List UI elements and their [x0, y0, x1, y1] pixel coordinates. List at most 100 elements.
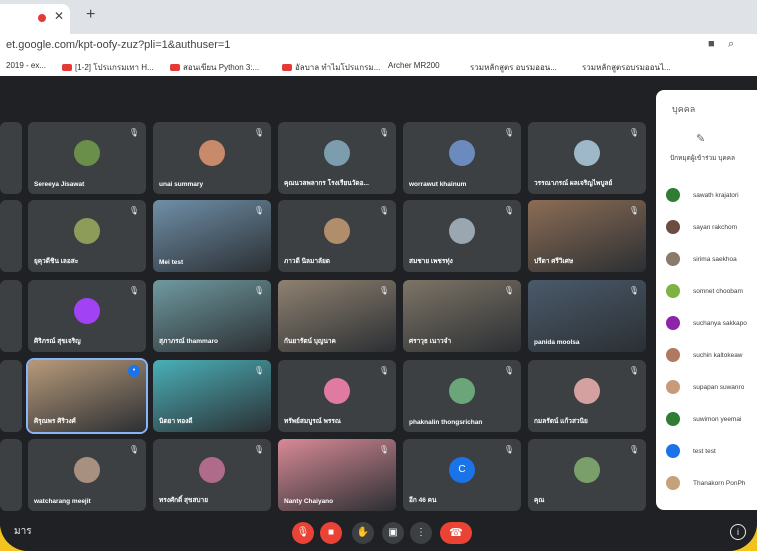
camera-icon[interactable]: ■ [708, 38, 715, 50]
avatar [449, 378, 475, 404]
participant-tile-partial[interactable] [0, 280, 22, 352]
participant-tile[interactable]: 🎙 วรรณาภรณ์ ผลเจริญไพบูลย์ [528, 122, 646, 194]
mic-muted-icon: 🎙 [253, 366, 264, 375]
mic-muted-icon: 🎙 [628, 445, 639, 454]
participant-name: watcharang meejit [34, 498, 91, 505]
youtube-icon [282, 64, 292, 72]
mic-off-button[interactable]: 🎙 [292, 522, 314, 544]
camera-off-button[interactable]: ■ [320, 522, 342, 544]
mic-muted-icon: 🎙 [378, 286, 389, 295]
mic-muted-icon: 🎙 [503, 128, 514, 137]
participant-tile[interactable]: 🎙 Sereeya Jisawat [28, 122, 146, 194]
participant-name: Mei test [159, 259, 184, 266]
letter-avatar [74, 298, 100, 324]
bookmarks-bar: 2019 - ex... [1-2] โปรแกรมเทา H... สอนเข… [0, 58, 757, 77]
person-name: suwimon yeemai [693, 416, 742, 423]
bookmark-item[interactable]: รวมหลักสูตร อบรมออน... [470, 61, 557, 74]
participant-tile[interactable]: 🎙 ทรัพย์สมบูรณ์ พรรณ [278, 360, 396, 432]
avatar [199, 140, 225, 166]
bookmark-item[interactable]: สอนเขียน Python 3:... [170, 61, 259, 74]
mic-muted-icon: 🎙 [628, 128, 639, 137]
avatar [324, 140, 350, 166]
participant-tile[interactable]: 🎙 คุณนวลพลากร โรงเรียนวัดอ... [278, 122, 396, 194]
url-text[interactable]: et.google.com/kpt-oofy-zuz?pli=1&authuse… [6, 39, 230, 51]
participant-name: ศราวุธ เนาวจำ [409, 338, 452, 345]
participant-tile[interactable]: 🎙 Nanty Chaiyano [278, 439, 396, 511]
bookmark-item[interactable]: 2019 - ex... [6, 61, 46, 70]
participant-tile[interactable]: 🎙 ภาวดี นิลมาลัยด [278, 200, 396, 272]
speaking-indicator-icon: • [128, 365, 140, 377]
participant-tile[interactable]: 🎙 panida moolsa [528, 280, 646, 352]
participant-name: ภาวดี นิลมาลัยด [284, 258, 330, 265]
recording-dot-icon [38, 14, 46, 22]
participant-tile[interactable]: 🎙 กมลรัตน์ แก้วสวนิย [528, 360, 646, 432]
avatar [666, 476, 680, 490]
participant-tile[interactable]: 🎙 unai summary [153, 122, 271, 194]
participant-tile[interactable]: 🎙 ยุคุวดีชิน เลอสะ [28, 200, 146, 272]
zoom-icon[interactable]: ⌕ [728, 38, 734, 51]
participant-tile[interactable]: 🎙 คุณ [528, 439, 646, 511]
participant-tile[interactable]: 🎙 สมชาย เพชรทุ่ง [403, 200, 521, 272]
participant-tile-partial[interactable] [0, 200, 22, 272]
participant-tile[interactable]: 🎙 Mei test [153, 200, 271, 272]
person-name: sirima saekhoa [693, 256, 737, 263]
bookmark-item[interactable]: Archer MR200 [388, 61, 440, 70]
mic-muted-icon: 🎙 [628, 206, 639, 215]
bookmark-item[interactable]: อัลบาล ทำไมโปรแกรม... [282, 61, 380, 74]
participant-tile[interactable]: • ศิรุณพร ศิริวงศ์ [26, 358, 148, 434]
pin-icon[interactable]: ✎ [696, 132, 705, 145]
avatar [666, 220, 680, 234]
avatar [74, 457, 100, 483]
participant-tile[interactable]: 🎙 นิตยา ทองดี [153, 360, 271, 432]
participant-tile[interactable]: 🎙 worrawut khainum [403, 122, 521, 194]
meeting-label: มาร [14, 526, 32, 537]
new-tab-icon[interactable]: + [86, 6, 95, 24]
mic-muted-icon: 🎙 [503, 366, 514, 375]
mic-muted-icon: 🎙 [628, 366, 639, 375]
avatar [449, 140, 475, 166]
person-name: suchin kaltokeaw [693, 352, 743, 359]
close-tab-icon[interactable]: ✕ [54, 9, 64, 23]
participant-tile[interactable]: 🎙 watcharang meejit [28, 439, 146, 511]
participant-name: นิตยา ทองดี [159, 418, 193, 425]
participant-tile[interactable]: C 🎙 อีก 46 คน [403, 439, 521, 511]
avatar [199, 457, 225, 483]
participant-name: phaknalin thongsrichan [409, 419, 483, 426]
participant-tile[interactable]: 🎙 กันยารัตน์ บุญนาค [278, 280, 396, 352]
participant-name: วรรณาภรณ์ ผลเจริญไพบูลย์ [534, 180, 613, 187]
mic-muted-icon: 🎙 [128, 206, 139, 215]
participant-tile[interactable]: 🎙 สุภาภรณ์ thammaro [153, 280, 271, 352]
participant-tile-partial[interactable] [0, 360, 22, 432]
bookmark-item[interactable]: รวมหลักสูตรอบรมออนไ... [582, 61, 671, 74]
participant-name: worrawut khainum [409, 181, 467, 188]
participant-name: สุภาภรณ์ thammaro [159, 338, 218, 345]
present-button[interactable]: ▣ [382, 522, 404, 544]
more-options-button[interactable]: ⋮ [410, 522, 432, 544]
person-name: suchanya sakkapo [693, 320, 747, 327]
avatar [666, 348, 680, 362]
avatar [666, 444, 680, 458]
participant-tile[interactable]: 🎙 phaknalin thongsrichan [403, 360, 521, 432]
person-name: supapan suwanro [693, 384, 745, 391]
participant-tile-partial[interactable] [0, 122, 22, 194]
participant-tile[interactable]: 🎙 ทรงศักดิ์ สุขสบาย [153, 439, 271, 511]
avatar [74, 140, 100, 166]
participant-tile-partial[interactable] [0, 439, 22, 511]
raise-hand-button[interactable]: ✋ [352, 522, 374, 544]
avatar [574, 140, 600, 166]
participant-name: unai summary [159, 181, 204, 188]
end-call-button[interactable]: ☎ [440, 522, 472, 544]
address-bar[interactable]: et.google.com/kpt-oofy-zuz?pli=1&authuse… [0, 34, 757, 58]
panel-subtitle: ปักหมุดผู้เข้าร่วม บุคคล [670, 155, 736, 162]
browser-tab[interactable]: ✕ [0, 4, 70, 34]
participant-tile[interactable]: 🎙 ปรีดา ศรีวิเศษ [528, 200, 646, 272]
avatar [324, 218, 350, 244]
participant-name: panida moolsa [534, 339, 580, 346]
participant-tile[interactable]: 🎙 ศิริภรณ์ สุขเจริญ [28, 280, 146, 352]
mic-muted-icon: 🎙 [128, 128, 139, 137]
info-icon[interactable]: i [730, 524, 746, 540]
bookmark-item[interactable]: [1-2] โปรแกรมเทา H... [62, 61, 154, 74]
people-panel: บุคคล ✎ ปักหมุดผู้เข้าร่วม บุคคล sawath … [656, 90, 757, 510]
participant-name: ทรงศักดิ์ สุขสบาย [159, 497, 209, 504]
participant-tile[interactable]: 🎙 ศราวุธ เนาวจำ [403, 280, 521, 352]
